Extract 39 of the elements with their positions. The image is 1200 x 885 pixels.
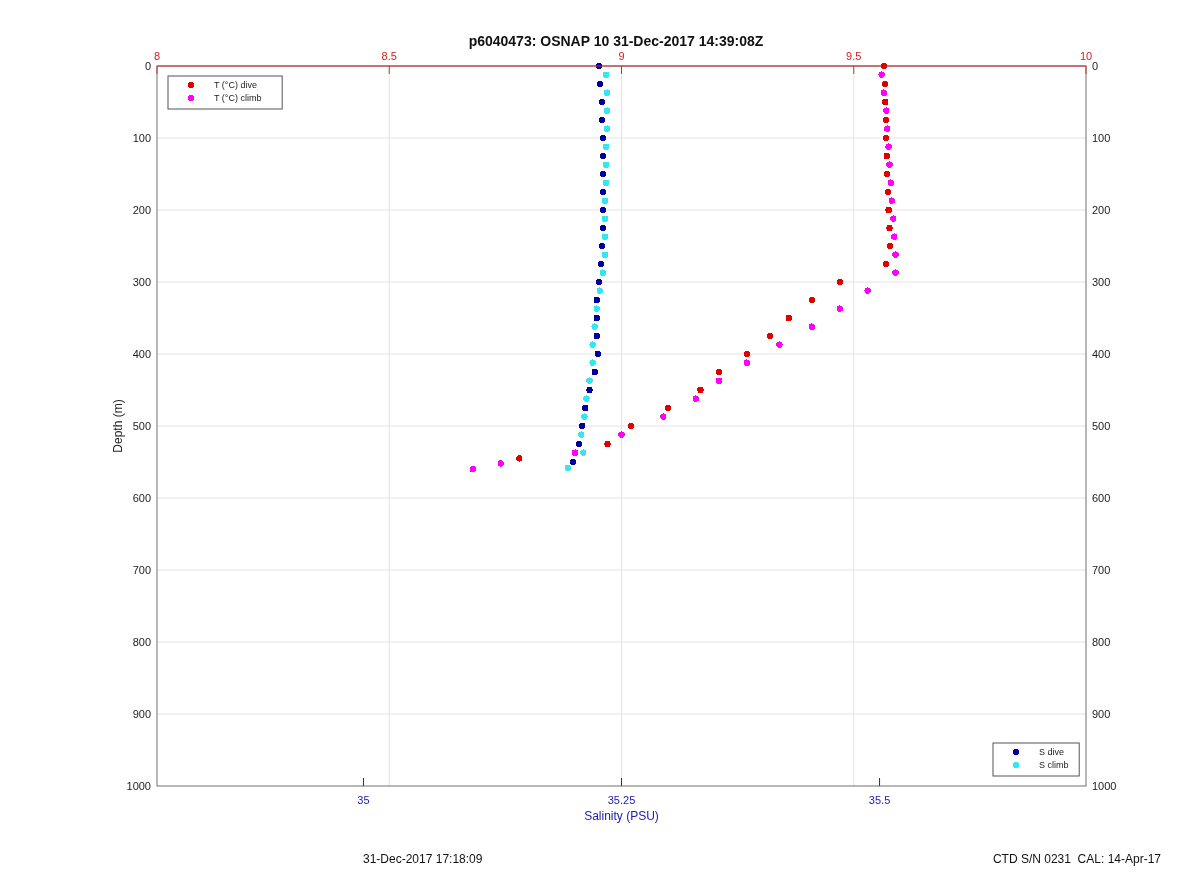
tick-label: 9.5 <box>846 50 862 62</box>
tick-label: 0 <box>144 60 151 72</box>
tick-label: 10 <box>1079 50 1093 62</box>
footer-timestamp: 31-Dec-2017 17:18:09 <box>363 852 483 866</box>
tick-label: 35.5 <box>868 794 891 806</box>
tick-label: 8 <box>153 50 161 62</box>
tick-label: 9 <box>618 50 625 62</box>
tick-label: 900 <box>1092 708 1111 720</box>
tick-label: 500 <box>1092 420 1111 432</box>
tick-label: 700 <box>1092 564 1111 576</box>
tick-label: 400 <box>1092 348 1111 360</box>
tick-label: 900 <box>132 708 151 720</box>
tick-label: 600 <box>1092 492 1111 504</box>
tick-label: 400 <box>132 348 151 360</box>
legend-label: S climb <box>1039 760 1069 770</box>
tick-label: 8.5 <box>381 50 397 62</box>
legend-label: S dive <box>1039 747 1064 757</box>
axis-label: Salinity (PSU) <box>584 809 659 823</box>
axis-label: Depth (m) <box>111 399 125 453</box>
legend-label: T (°C) dive <box>214 80 257 90</box>
tick-label: 200 <box>132 204 151 216</box>
tick-label: 0 <box>1092 60 1099 72</box>
tick-label: 700 <box>132 564 151 576</box>
tick-label: 35 <box>357 794 370 806</box>
tick-label: 800 <box>132 636 151 648</box>
tick-label: 100 <box>132 132 151 144</box>
tick-label: 800 <box>1092 636 1111 648</box>
tick-label: 1000 <box>126 780 151 792</box>
tick-label: 100 <box>1092 132 1111 144</box>
chart-title: p6040473: OSNAP 10 31-Dec-2017 14:39:08Z <box>468 33 764 49</box>
tick-label: 300 <box>132 276 151 288</box>
tick-label: 500 <box>132 420 151 432</box>
footer-calibration: CTD S/N 0231 CAL: 14-Apr-17 <box>992 852 1161 866</box>
tick-label: 600 <box>132 492 151 504</box>
tick-label: 200 <box>1092 204 1111 216</box>
tick-label: 300 <box>1092 276 1111 288</box>
tick-label: 1000 <box>1092 780 1117 792</box>
tick-label: 35.25 <box>607 794 636 806</box>
legend-label: T (°C) climb <box>214 93 262 103</box>
